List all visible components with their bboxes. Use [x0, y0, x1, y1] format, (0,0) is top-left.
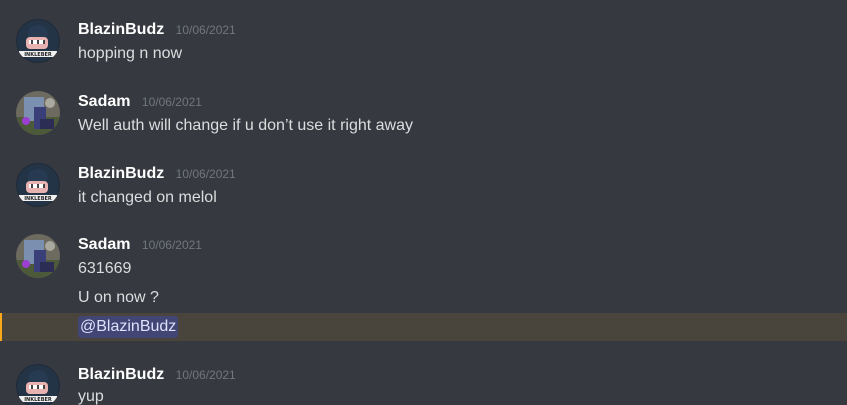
message-list: BlazinBudz 10/06/2021 hopping n now Sada… — [0, 0, 847, 405]
blazinbudz-avatar-icon[interactable] — [16, 364, 60, 405]
timestamp[interactable]: 10/06/2021 — [142, 238, 202, 252]
username[interactable]: BlazinBudz — [78, 165, 164, 182]
message-text: Well auth will change if u don’t use it … — [78, 117, 413, 134]
message-text: hopping n now — [78, 45, 183, 62]
username[interactable]: BlazinBudz — [78, 21, 164, 38]
username[interactable]: BlazinBudz — [78, 366, 164, 383]
message-header: Sadam 10/06/2021 — [78, 235, 202, 255]
timestamp[interactable]: 10/06/2021 — [176, 167, 236, 181]
message-header: BlazinBudz 10/06/2021 — [78, 365, 236, 385]
sadam-avatar-icon[interactable] — [16, 234, 60, 278]
timestamp[interactable]: 10/06/2021 — [176, 368, 236, 382]
message-text: 631669 — [78, 260, 132, 277]
blazinbudz-avatar-icon[interactable] — [16, 163, 60, 207]
message-text: yup — [78, 388, 104, 405]
message-text: U on now ? — [78, 289, 159, 306]
user-mention[interactable]: @BlazinBudz — [78, 316, 179, 338]
mention-highlight: @BlazinBudz — [0, 313, 847, 341]
message-header: BlazinBudz 10/06/2021 — [78, 164, 236, 184]
message-text: it changed on melol — [78, 189, 217, 206]
timestamp[interactable]: 10/06/2021 — [176, 23, 236, 37]
sadam-avatar-icon[interactable] — [16, 91, 60, 135]
blazinbudz-avatar-icon[interactable] — [16, 19, 60, 63]
username[interactable]: Sadam — [78, 93, 130, 110]
timestamp[interactable]: 10/06/2021 — [142, 95, 202, 109]
message-header: Sadam 10/06/2021 — [78, 92, 202, 112]
message-header: BlazinBudz 10/06/2021 — [78, 20, 236, 40]
username[interactable]: Sadam — [78, 236, 130, 253]
